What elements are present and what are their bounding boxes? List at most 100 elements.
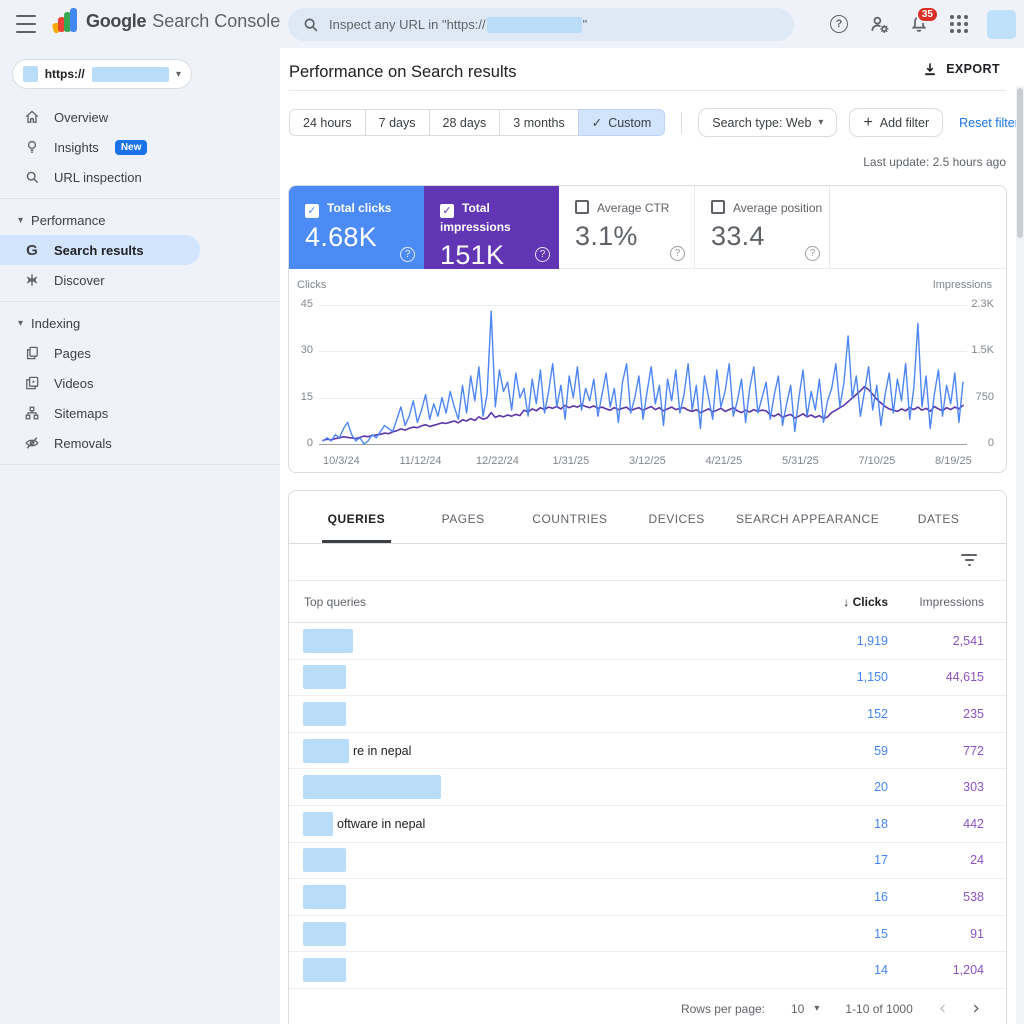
table-row[interactable]: 17 24 — [289, 843, 1006, 880]
page-title: Performance on Search results — [289, 63, 517, 81]
performance-chart: Clicks Impressions 45 2.3K 30 1.5K 15 750 0 0 10/3… — [289, 269, 1006, 472]
account-avatar[interactable] — [987, 9, 1016, 39]
asterisk-icon — [24, 272, 40, 288]
property-selector[interactable]: https:// ▾ — [12, 59, 192, 89]
table-row[interactable]: 152 235 — [289, 696, 1006, 733]
tab-search-appearance[interactable]: SEARCH APPEARANCE — [730, 491, 885, 543]
date-range-28-days[interactable]: 28 days — [428, 109, 501, 136]
sidebar-section-performance[interactable]: ▾ Performance — [0, 205, 280, 235]
divider — [681, 111, 683, 134]
help-icon[interactable]: ? — [400, 247, 415, 262]
sidebar-section-indexing[interactable]: ▾ Indexing — [0, 308, 280, 338]
column-header-impressions[interactable]: Impressions — [888, 595, 1006, 609]
home-icon — [24, 109, 40, 125]
table-filter-icon[interactable] — [960, 554, 978, 570]
add-filter-button[interactable]: + Add filter — [849, 108, 944, 137]
redacted-url — [486, 16, 582, 33]
impressions-value: 442 — [963, 816, 984, 831]
notification-count-badge: 35 — [915, 6, 939, 23]
removals-icon — [24, 435, 40, 451]
table-row[interactable]: 1,150 44,615 — [289, 660, 1006, 697]
sidebar-item-pages[interactable]: Pages — [0, 338, 280, 368]
user-settings-icon[interactable] — [867, 12, 891, 36]
metric-tiles: ✓ Total clicks 4.68K? ✓ Total impressions 151… — [289, 186, 1006, 270]
reset-filters-link[interactable]: Reset filters — [959, 116, 1024, 130]
date-range-label: 24 hours — [303, 115, 352, 130]
table-row[interactable]: 20 303 — [289, 769, 1006, 806]
tab-dates[interactable]: DATES — [885, 491, 992, 543]
export-button[interactable]: EXPORT — [922, 61, 1000, 77]
notifications-bell-icon[interactable]: 35 — [907, 6, 939, 36]
sidebar-item-url-inspection[interactable]: URL inspection — [0, 162, 280, 192]
date-range-custom[interactable]: ✓ Custom — [577, 109, 666, 136]
metric-tile-average-position[interactable]: Average position 33.4? — [694, 186, 829, 269]
checkbox-checked-icon[interactable]: ✓ — [440, 203, 454, 218]
sidebar-item-insights[interactable]: Insights New — [0, 132, 280, 162]
previous-page-icon[interactable]: ‹ — [939, 999, 947, 1018]
metric-tile-total-clicks[interactable]: ✓ Total clicks 4.68K? — [289, 186, 424, 269]
table-row[interactable]: re in nepal 59 772 — [289, 733, 1006, 770]
sidebar: https:// ▾ Overview Insights New URL inspec… — [0, 48, 280, 1024]
clicks-value: 14 — [874, 963, 888, 978]
tab-queries[interactable]: QUERIES — [303, 491, 410, 543]
google-apps-grid-icon[interactable] — [947, 12, 971, 36]
table-row[interactable]: 16 538 — [289, 879, 1006, 916]
page-scrollbar[interactable] — [1016, 86, 1024, 1024]
query-cell — [289, 958, 768, 983]
tab-countries[interactable]: COUNTRIES — [517, 491, 624, 543]
chart-plot-area[interactable] — [322, 305, 964, 445]
brand-text: Google — [86, 10, 147, 31]
column-header-dimension[interactable]: Top queries — [289, 595, 768, 609]
date-range-3-months[interactable]: 3 months — [499, 109, 579, 136]
sidebar-nav: Overview Insights New URL inspection ▾ Perfor… — [0, 102, 280, 471]
sidebar-item-search-results[interactable]: G Search results — [0, 235, 200, 265]
menu-icon[interactable] — [16, 15, 36, 33]
tab-pages[interactable]: PAGES — [410, 491, 517, 543]
scrollbar-thumb[interactable] — [1017, 88, 1023, 238]
sidebar-item-label: URL inspection — [54, 169, 142, 185]
help-icon[interactable]: ? — [805, 246, 820, 261]
table-row[interactable]: 15 91 — [289, 916, 1006, 953]
filter-bar: 24 hours 7 days 28 days 3 months ✓ Custom Sea… — [289, 108, 1024, 137]
clicks-value: 1,919 — [856, 633, 888, 648]
help-icon[interactable]: ? — [670, 246, 685, 261]
rows-per-page-select[interactable]: 10 ▾ — [791, 1002, 819, 1016]
tab-label: PAGES — [441, 511, 485, 526]
redacted-query — [303, 921, 346, 946]
metric-tile-total-impressions[interactable]: ✓ Total impressions 151K? — [424, 186, 559, 270]
sidebar-item-label: Pages — [54, 345, 91, 361]
sidebar-item-sitemaps[interactable]: Sitemaps — [0, 398, 280, 428]
sidebar-item-overview[interactable]: Overview — [0, 102, 280, 132]
tab-devices[interactable]: DEVICES — [623, 491, 730, 543]
metric-label: Total clicks — [327, 201, 392, 215]
help-icon[interactable]: ? — [827, 12, 851, 36]
table-row[interactable]: 1,919 2,541 — [289, 623, 1006, 660]
column-header-clicks[interactable]: ↓ Clicks — [768, 595, 888, 609]
plus-icon: + — [863, 113, 873, 131]
divider — [0, 301, 280, 302]
sidebar-item-discover[interactable]: Discover — [0, 265, 280, 295]
checkbox-unchecked-icon[interactable] — [711, 200, 725, 214]
table-row[interactable]: oftware in nepal 18 442 — [289, 806, 1006, 843]
next-page-icon[interactable]: › — [972, 999, 980, 1018]
tab-label: SEARCH APPEARANCE — [736, 511, 880, 526]
clicks-value: 15 — [874, 926, 888, 941]
sidebar-item-removals[interactable]: Removals — [0, 428, 280, 458]
sidebar-item-videos[interactable]: Videos — [0, 368, 280, 398]
date-range-24-hours[interactable]: 24 hours — [289, 109, 366, 136]
x-axis-label: 4/21/25 — [705, 455, 743, 467]
checkbox-unchecked-icon[interactable] — [575, 200, 589, 214]
left-axis-tick: 45 — [300, 298, 313, 310]
property-scheme: https:// — [44, 67, 85, 81]
table-row[interactable]: 14 1,204 — [289, 952, 1006, 989]
clicks-value: 1,150 — [856, 670, 888, 685]
checkbox-checked-icon[interactable]: ✓ — [305, 203, 319, 218]
date-range-label: 7 days — [378, 115, 416, 130]
url-inspect-search-input[interactable]: Inspect any URL in "https://" — [288, 8, 794, 41]
date-range-7-days[interactable]: 7 days — [364, 109, 430, 136]
product-text: Search Console — [152, 10, 281, 31]
help-icon[interactable]: ? — [535, 247, 550, 262]
section-label: Indexing — [31, 315, 81, 331]
search-type-dropdown[interactable]: Search type: Web ▾ — [698, 108, 838, 137]
metric-tile-average-ctr[interactable]: Average CTR 3.1%? — [559, 186, 694, 269]
